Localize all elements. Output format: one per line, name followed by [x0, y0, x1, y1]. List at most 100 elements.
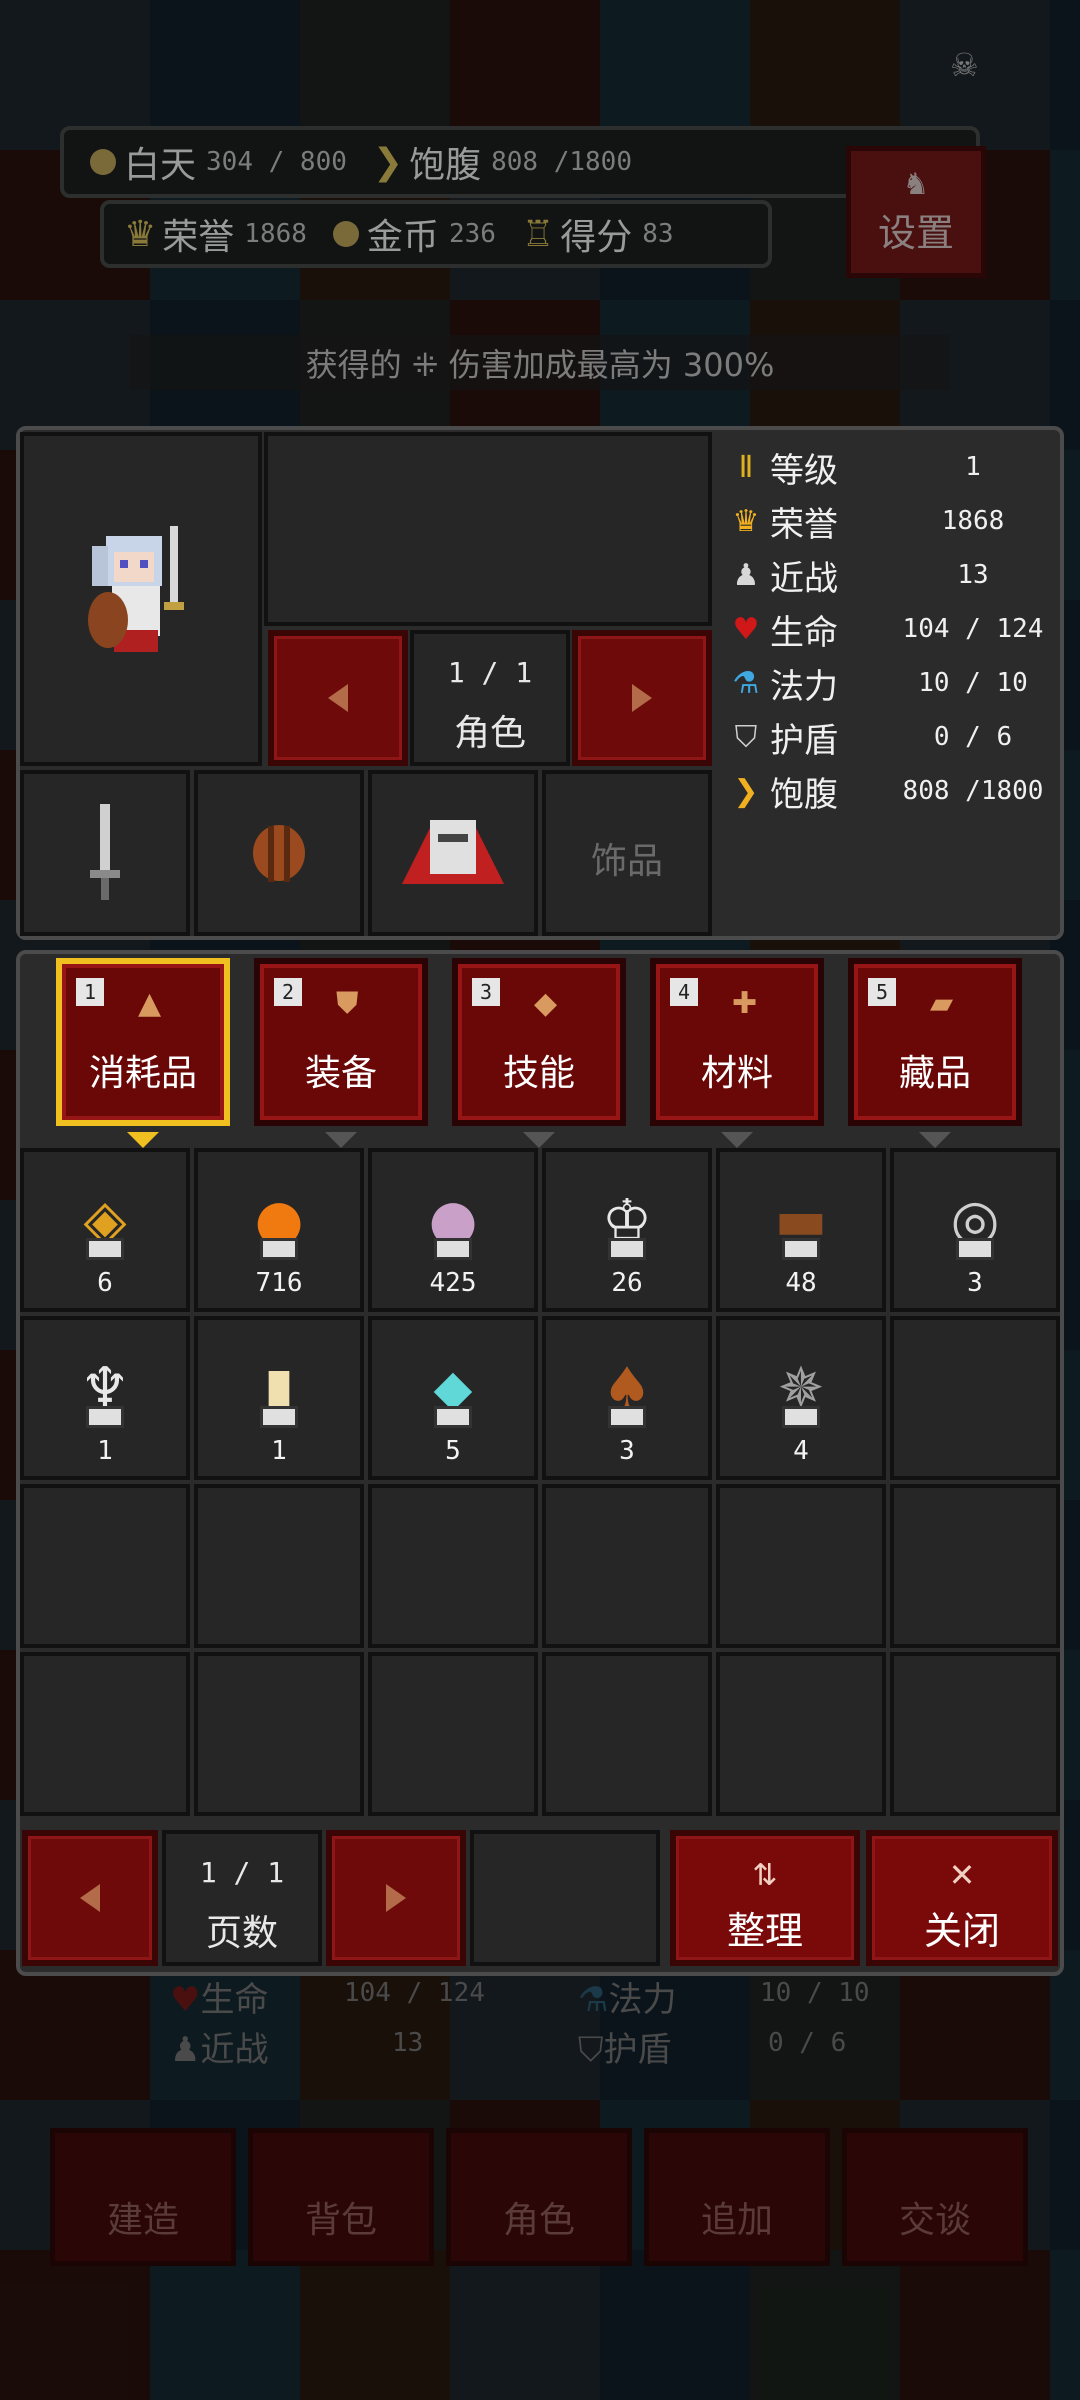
inventory-slot[interactable]: ◎ 3: [890, 1148, 1060, 1312]
tab-1[interactable]: 1 ▲ 消耗品: [56, 958, 230, 1148]
shield-slot[interactable]: [194, 770, 364, 936]
tab-5[interactable]: 5 ▰ 藏品: [848, 958, 1022, 1148]
page-next-button[interactable]: [326, 1830, 466, 1966]
stat-value: 1868: [941, 506, 1005, 536]
inventory-slot[interactable]: ● 425: [368, 1148, 538, 1312]
item-pedestal: [260, 1406, 298, 1428]
inventory-slot[interactable]: [194, 1484, 364, 1648]
mana-icon: ⚗: [732, 665, 760, 701]
material-icon: ✚: [732, 986, 758, 1021]
item-count: 48: [785, 1268, 817, 1298]
trophy-icon: ♖: [521, 213, 555, 255]
character-next-button[interactable]: [572, 630, 712, 766]
item-pedestal: [86, 1238, 124, 1260]
page-pager: 1 / 1 页数: [162, 1830, 322, 1966]
daytime-value: 304 / 800: [206, 147, 347, 177]
character-pager: 1 / 1 角色: [410, 630, 570, 766]
empty-bottom-slot: [470, 1830, 660, 1966]
inventory-slot[interactable]: ♆ 1: [20, 1316, 190, 1480]
inventory-slot[interactable]: [890, 1652, 1060, 1816]
inventory-slot[interactable]: [368, 1484, 538, 1648]
character-pager-label: 角色: [453, 713, 526, 754]
armor-slot[interactable]: [368, 770, 538, 936]
honor-label: 荣誉: [162, 217, 235, 258]
hud-status-bar: 白天 304 / 800 ❯ 饱腹 808 /1800: [60, 126, 980, 198]
skill-icon: ◆: [534, 986, 558, 1021]
page-label: 页数: [205, 1913, 278, 1954]
inventory-slot[interactable]: [194, 1652, 364, 1816]
bg-nav-button: 背包: [248, 2128, 434, 2266]
score-value: 83: [642, 219, 674, 249]
stat-value: 808 /1800: [902, 776, 1044, 806]
inventory-slot[interactable]: [890, 1484, 1060, 1648]
tab-pointer: [919, 1132, 951, 1148]
inventory-slot[interactable]: [542, 1484, 712, 1648]
tab-pointer: [325, 1132, 357, 1148]
inventory-slot[interactable]: ✵ 4: [716, 1316, 886, 1480]
crown-icon: ♛: [124, 213, 157, 255]
inventory-slot[interactable]: ♠ 3: [542, 1316, 712, 1480]
item-pedestal: [434, 1238, 472, 1260]
accessory-label: 饰品: [590, 841, 663, 882]
tab-label: 藏品: [898, 1053, 971, 1094]
inventory-slot[interactable]: ♔ 26: [542, 1148, 712, 1312]
hud-resources-bar: ♛ 荣誉 1868 金币 236 ♖ 得分 83: [100, 200, 772, 268]
satiety-label: 饱腹: [409, 145, 482, 186]
tab-pointer: [721, 1132, 753, 1148]
close-button[interactable]: ✕ 关闭: [866, 1830, 1058, 1966]
settings-button[interactable]: ♞ 设置: [846, 146, 986, 278]
tab-2[interactable]: 2 ⛊ 装备: [254, 958, 428, 1148]
bg-life-label: ♥生命: [170, 1980, 269, 2020]
inventory-slot[interactable]: ◈ 6: [20, 1148, 190, 1312]
tab-number: 2: [274, 978, 302, 1006]
tab-label: 材料: [700, 1053, 773, 1094]
bg-nav-label: 角色: [502, 2200, 575, 2241]
inventory-slot[interactable]: ▮ 1: [194, 1316, 364, 1480]
inventory-slot[interactable]: [542, 1652, 712, 1816]
sun-icon: [90, 149, 116, 175]
inventory-slot[interactable]: ● 716: [194, 1148, 364, 1312]
inventory-slot[interactable]: ▬ 48: [716, 1148, 886, 1312]
item-pedestal: [260, 1238, 298, 1260]
tab-3[interactable]: 3 ◆ 技能: [452, 958, 626, 1148]
heart-icon: ♥: [732, 611, 760, 647]
stat-value: 1: [965, 452, 981, 482]
stat-label: 生命: [770, 612, 838, 653]
shield-icon: ⛉: [734, 719, 758, 755]
accessory-slot[interactable]: 饰品: [542, 770, 712, 936]
stat-label: 护盾: [770, 720, 838, 761]
tab-pointer: [127, 1132, 159, 1148]
sword-icon: [90, 804, 120, 900]
inventory-slot[interactable]: [20, 1484, 190, 1648]
gold-coin-icon: [332, 221, 359, 247]
tab-4[interactable]: 4 ✚ 材料: [650, 958, 824, 1148]
damage-bonus-notice: 获得的 ⁜ 伤害加成最高为 300%: [130, 335, 950, 390]
inventory-slot[interactable]: [368, 1652, 538, 1816]
arrow-left-icon: [328, 684, 348, 712]
item-count: 26: [611, 1268, 643, 1298]
armor-icon: ⛊: [336, 986, 359, 1021]
arrow-right-icon: [632, 684, 652, 712]
inventory-slot[interactable]: [716, 1652, 886, 1816]
inventory-slot[interactable]: [716, 1484, 886, 1648]
stat-row: ❯ 饱腹 808 /1800: [728, 764, 1048, 818]
collectible-icon: ▰: [930, 986, 954, 1021]
melee-icon: ♟: [732, 557, 760, 593]
character-pager-count: 1 / 1: [447, 656, 533, 689]
item-pedestal: [956, 1238, 994, 1260]
tab-number: 4: [670, 978, 698, 1006]
weapon-slot[interactable]: [20, 770, 190, 936]
tab-number: 3: [472, 978, 500, 1006]
inventory-slot[interactable]: [20, 1652, 190, 1816]
inventory-slot[interactable]: ⬥ 5: [368, 1316, 538, 1480]
score-label: 得分: [560, 217, 633, 258]
close-icon: ✕: [948, 1856, 976, 1894]
inventory-slot[interactable]: [890, 1316, 1060, 1480]
item-count: 4: [793, 1436, 809, 1466]
tab-number: 5: [868, 978, 896, 1006]
character-prev-button[interactable]: [268, 630, 408, 766]
item-count: 6: [97, 1268, 113, 1298]
sort-button[interactable]: ⇅ 整理: [670, 1830, 860, 1966]
page-prev-button[interactable]: [22, 1830, 158, 1966]
stat-row: ⚗ 法力 10 / 10: [728, 656, 1048, 710]
